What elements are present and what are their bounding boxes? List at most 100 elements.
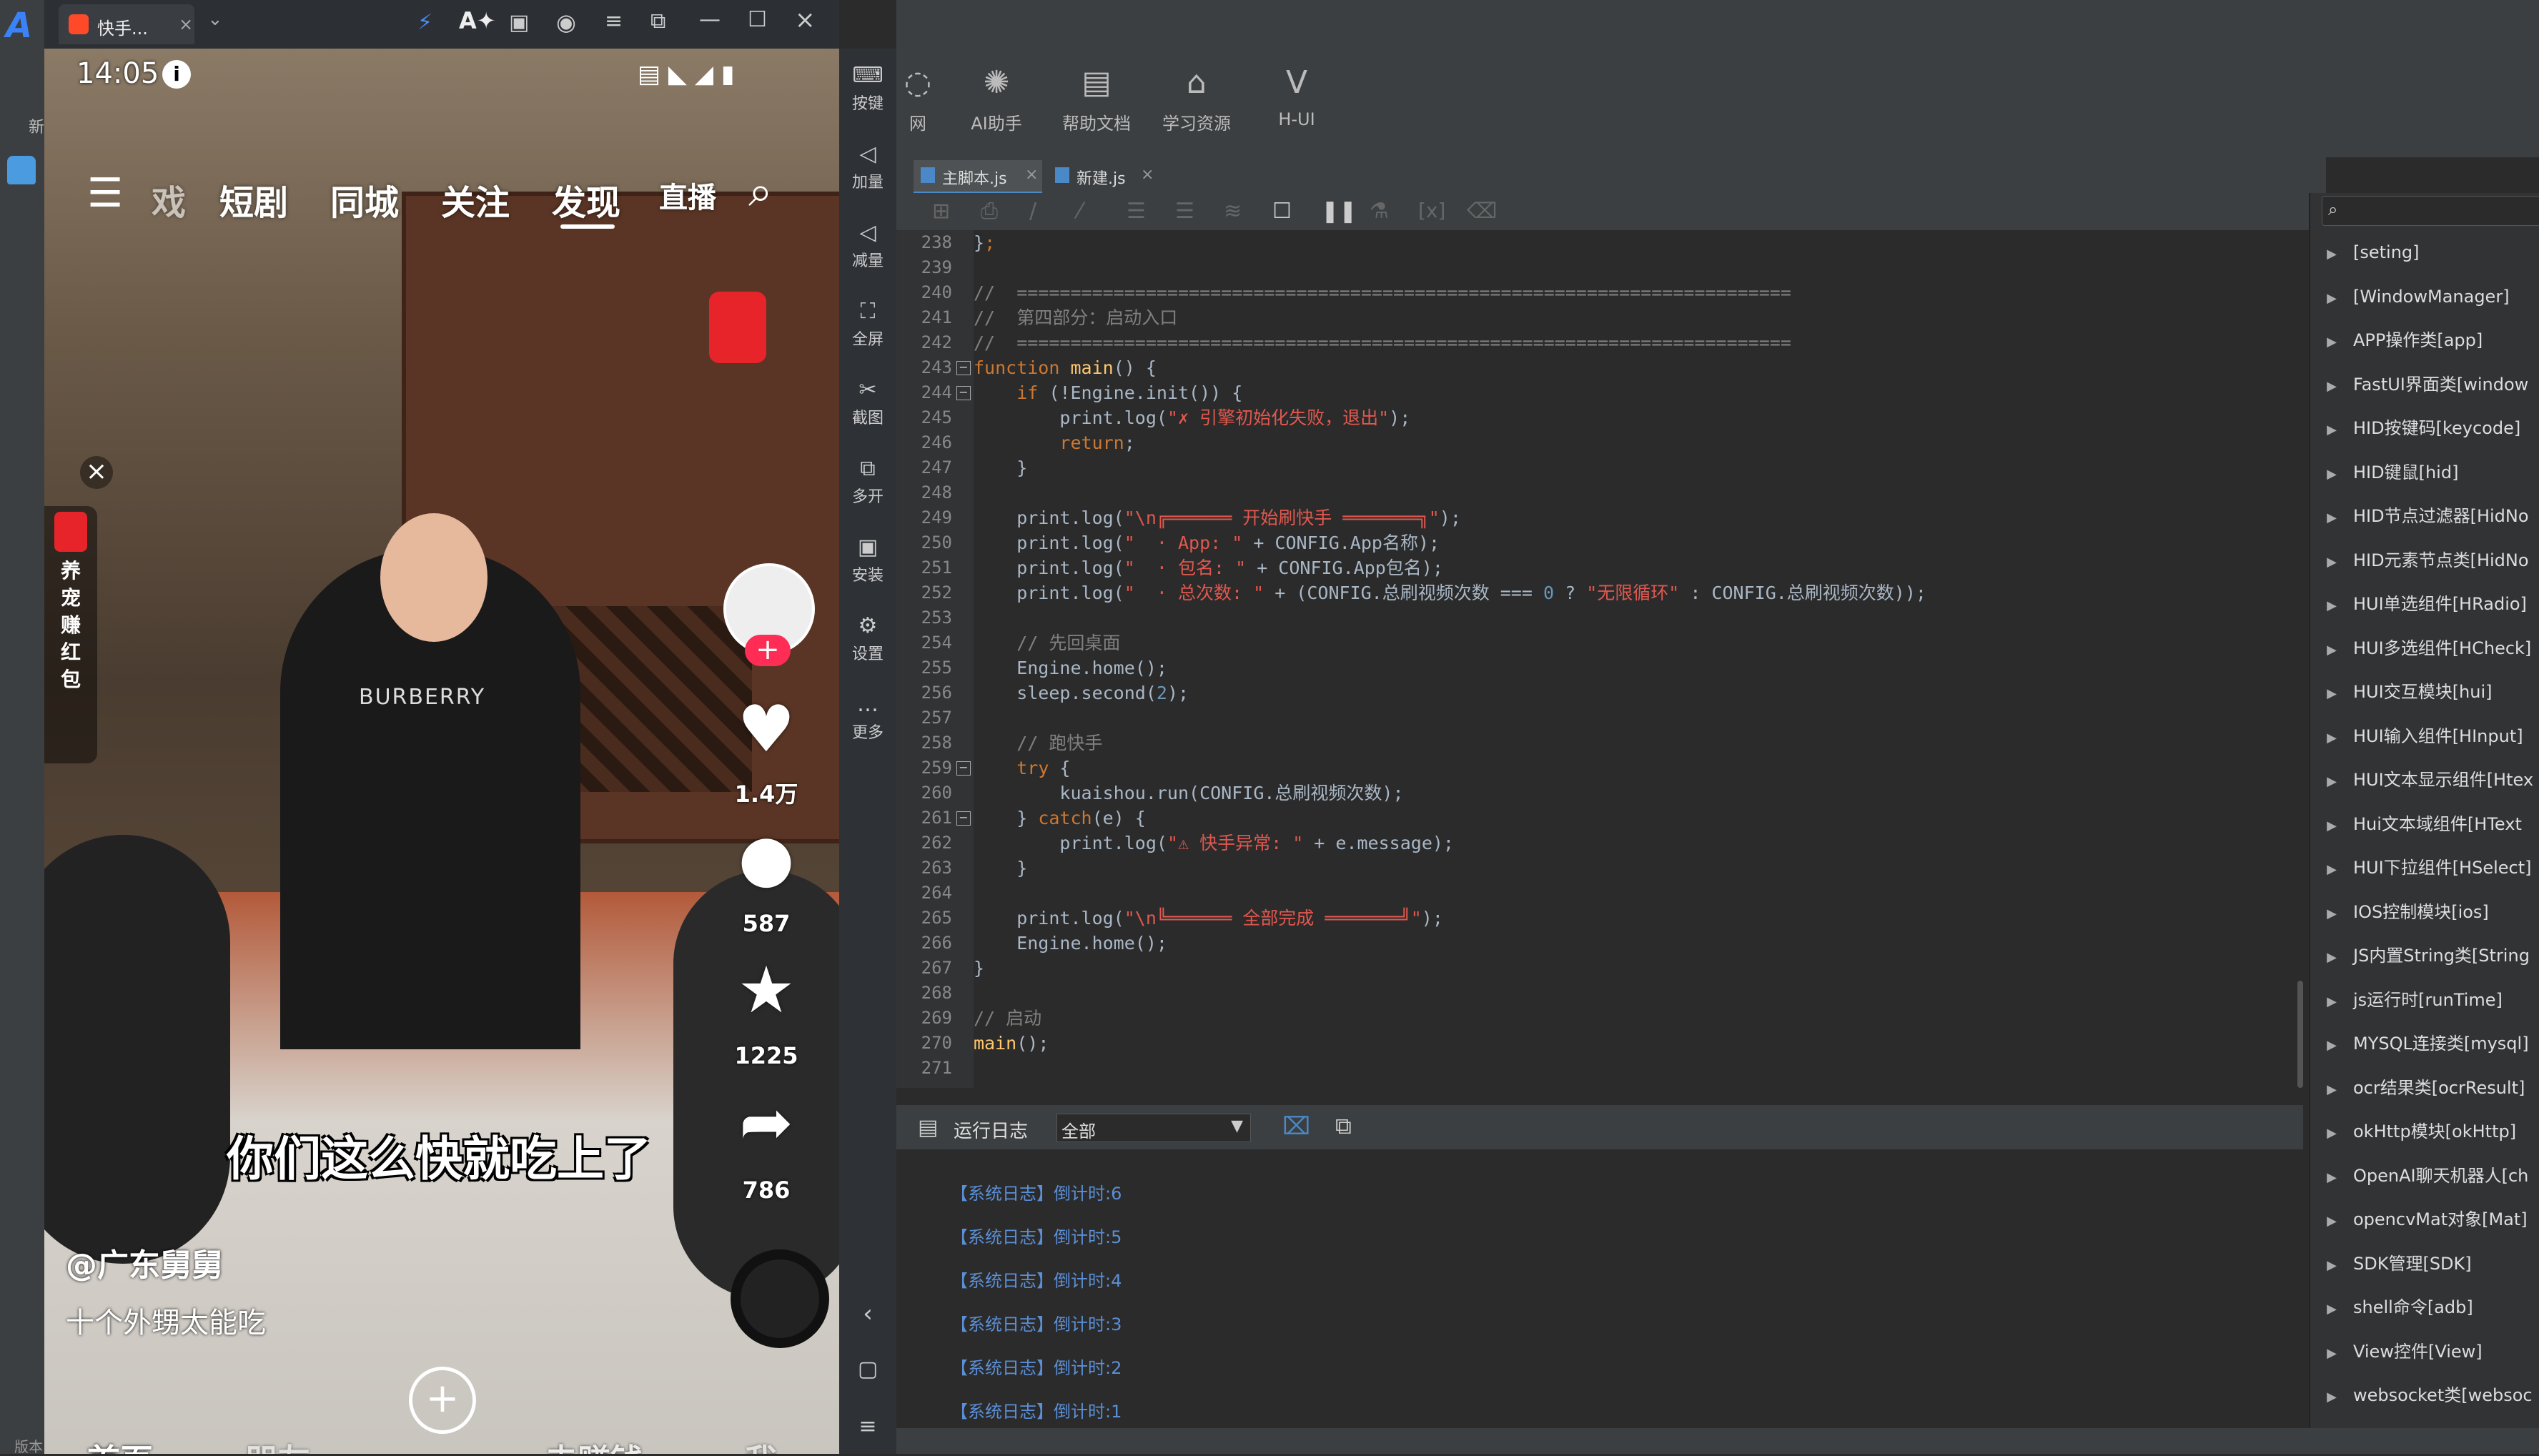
- expand-arrow-icon[interactable]: ▶: [2310, 320, 2353, 362]
- tree-item[interactable]: ▶ FastUI界面类[window: [2310, 362, 2539, 407]
- expand-arrow-icon[interactable]: ▶: [2310, 540, 2353, 583]
- expand-arrow-icon[interactable]: ▶: [2310, 980, 2353, 1022]
- music-disc-icon[interactable]: [731, 1249, 829, 1348]
- expand-arrow-icon[interactable]: ▶: [2310, 1024, 2353, 1066]
- volume-up-button[interactable]: ◁ 加量: [839, 142, 896, 192]
- settings-button[interactable]: ⚙ 设置: [839, 613, 896, 664]
- red-packet-icon[interactable]: [709, 292, 766, 363]
- expand-arrow-icon[interactable]: ▶: [2310, 1332, 2353, 1374]
- fold-icon[interactable]: −: [956, 761, 971, 776]
- tree-item[interactable]: ▶ HID键鼠[hid]: [2310, 450, 2539, 495]
- fullscreen-button[interactable]: ⛶ 全屏: [839, 299, 896, 350]
- pause-icon[interactable]: ❚❚: [1321, 199, 1357, 224]
- expand-arrow-icon[interactable]: ▶: [2310, 760, 2353, 802]
- expand-arrow-icon[interactable]: ▶: [2310, 452, 2353, 495]
- multi-open-button[interactable]: ⧉ 多开: [839, 456, 896, 507]
- tab-live[interactable]: 直播: [659, 174, 716, 216]
- more-button[interactable]: … 更多: [839, 692, 896, 743]
- follow-plus-icon[interactable]: +: [745, 635, 791, 666]
- tree-item[interactable]: ▶ JS内置String类[String: [2310, 933, 2539, 978]
- back-button[interactable]: ‹: [839, 1299, 896, 1328]
- tab-main-script[interactable]: 主脚本.js ×: [914, 160, 1042, 194]
- tree-item[interactable]: ▶ OpenAI聊天机器人[ch: [2310, 1154, 2539, 1198]
- tab-short-drama[interactable]: 短剧: [219, 174, 288, 224]
- tree-item[interactable]: ▶ HID按键码[keycode]: [2310, 406, 2539, 450]
- format-icon[interactable]: ≋: [1224, 199, 1242, 224]
- editor-scrollbar[interactable]: [2297, 981, 2303, 1088]
- comment-icon[interactable]: /: [1029, 199, 1036, 224]
- expand-arrow-icon[interactable]: ▶: [2310, 1199, 2353, 1242]
- network-button[interactable]: ◌ 网: [875, 64, 961, 134]
- author-name[interactable]: @广东舅舅: [66, 1239, 223, 1285]
- expand-arrow-icon[interactable]: ▶: [2310, 1375, 2353, 1417]
- favorite-icon[interactable]: ★: [723, 953, 809, 1028]
- close-tab-icon[interactable]: ×: [1141, 166, 1154, 184]
- tree-item[interactable]: ▶ HID元素节点类[HidNo: [2310, 538, 2539, 583]
- tree-item[interactable]: ▶ HUI下拉组件[HSelect]: [2310, 846, 2539, 890]
- create-plus-icon[interactable]: +: [409, 1367, 476, 1434]
- tree-item[interactable]: ▶ [seting]: [2310, 230, 2539, 274]
- tree-item[interactable]: ▶ opencvMat对象[Mat]: [2310, 1197, 2539, 1242]
- install-button[interactable]: ▣ 安装: [839, 535, 896, 585]
- tab-follow[interactable]: 关注: [441, 174, 510, 224]
- home-button[interactable]: ▢: [839, 1357, 896, 1382]
- stop-icon[interactable]: ☐: [1272, 199, 1292, 224]
- tree-item[interactable]: ▶ SDK管理[SDK]: [2310, 1242, 2539, 1286]
- expand-arrow-icon[interactable]: ▶: [2310, 1244, 2353, 1286]
- nav-me[interactable]: 我: [745, 1435, 778, 1454]
- expand-arrow-icon[interactable]: ▶: [2310, 1287, 2353, 1329]
- expand-arrow-icon[interactable]: ▶: [2310, 1156, 2353, 1198]
- clear-log-icon[interactable]: ⌧: [1282, 1112, 1310, 1141]
- tree-item[interactable]: ▶ [WindowManager]: [2310, 274, 2539, 319]
- close-tab-icon[interactable]: ×: [1025, 166, 1038, 184]
- tree-item[interactable]: ▶ View控件[View]: [2310, 1329, 2539, 1374]
- learning-button[interactable]: ⌂ 学习资源: [1154, 64, 1239, 134]
- tree-item[interactable]: ▶ HUI单选组件[HRadio]: [2310, 582, 2539, 626]
- help-docs-button[interactable]: ▤ 帮助文档: [1054, 64, 1139, 134]
- fold-icon[interactable]: −: [956, 811, 971, 826]
- phone-screen[interactable]: BURBERRY 14:05 i ▤ ◣ ◢ ▮ ☰ 戏 短剧 同城 关注 发现…: [44, 49, 839, 1454]
- user-icon[interactable]: ◉: [556, 9, 576, 36]
- minimize-icon[interactable]: —: [699, 7, 721, 32]
- tree-item[interactable]: ▶ APP操作类[app]: [2310, 318, 2539, 362]
- tab-new-script[interactable]: 新建.js ×: [1048, 160, 1162, 192]
- nav-friends[interactable]: 朋友: [244, 1435, 310, 1454]
- nav-home[interactable]: 首页: [87, 1435, 153, 1454]
- menu-icon[interactable]: ☰: [87, 170, 123, 217]
- emulator-tab[interactable]: 快手... ×: [59, 4, 194, 44]
- fold-icon[interactable]: −: [956, 386, 971, 400]
- expand-arrow-icon[interactable]: ▶: [2310, 1111, 2353, 1154]
- variable-icon[interactable]: [x]: [1418, 199, 1445, 222]
- tree-item[interactable]: ▶ js运行时[runTime]: [2310, 978, 2539, 1022]
- expand-arrow-icon[interactable]: ▶: [2310, 936, 2353, 978]
- tree-item[interactable]: ▶ HID节点过滤器[HidNo: [2310, 494, 2539, 538]
- tree-search-input[interactable]: ⌕: [2322, 196, 2539, 226]
- expand-arrow-icon[interactable]: ▶: [2310, 277, 2353, 319]
- comment-icon[interactable]: ●: [723, 821, 809, 896]
- expand-arrow-icon[interactable]: ▶: [2310, 584, 2353, 626]
- uncomment-icon[interactable]: ⁄: [1078, 199, 1082, 224]
- box-icon[interactable]: ▣: [509, 10, 529, 35]
- expand-arrow-icon[interactable]: ▶: [2310, 804, 2353, 846]
- screen-icon[interactable]: ⧉: [650, 9, 665, 34]
- recent-button[interactable]: ≡: [839, 1414, 896, 1439]
- code-editor[interactable]: }; // ==================================…: [974, 230, 2303, 1088]
- close-tab-icon[interactable]: ×: [179, 14, 193, 34]
- tree-item[interactable]: ▶ HUI输入组件[HInput]: [2310, 714, 2539, 758]
- expand-arrow-icon[interactable]: ▶: [2310, 408, 2353, 450]
- volume-down-button[interactable]: ◁ 减量: [839, 220, 896, 271]
- maximize-icon[interactable]: ☐: [748, 7, 767, 32]
- tree-item[interactable]: ▶ websocket类[websoc: [2310, 1373, 2539, 1417]
- search-icon[interactable]: ⌕: [748, 167, 773, 217]
- tree-item[interactable]: ▶ Hui文本域组件[HText: [2310, 802, 2539, 846]
- tree-item[interactable]: ▶ HUI文本显示组件[Htex: [2310, 758, 2539, 802]
- tree-item[interactable]: ▶ MYSQL连接类[mysql]: [2310, 1021, 2539, 1066]
- tree-item[interactable]: ▶ HUI多选组件[HCheck]: [2310, 626, 2539, 670]
- tree-item[interactable]: ▶ okHttp模块[okHttp]: [2310, 1109, 2539, 1154]
- print-icon[interactable]: ⎙: [981, 199, 998, 224]
- menu-icon[interactable]: ≡: [605, 9, 623, 34]
- expand-arrow-icon[interactable]: ▶: [2310, 496, 2353, 538]
- tree-item[interactable]: ▶ HUI交互模块[hui]: [2310, 670, 2539, 714]
- android-icon[interactable]: [7, 156, 36, 184]
- nav-earn[interactable]: 去赚钱: [545, 1435, 643, 1454]
